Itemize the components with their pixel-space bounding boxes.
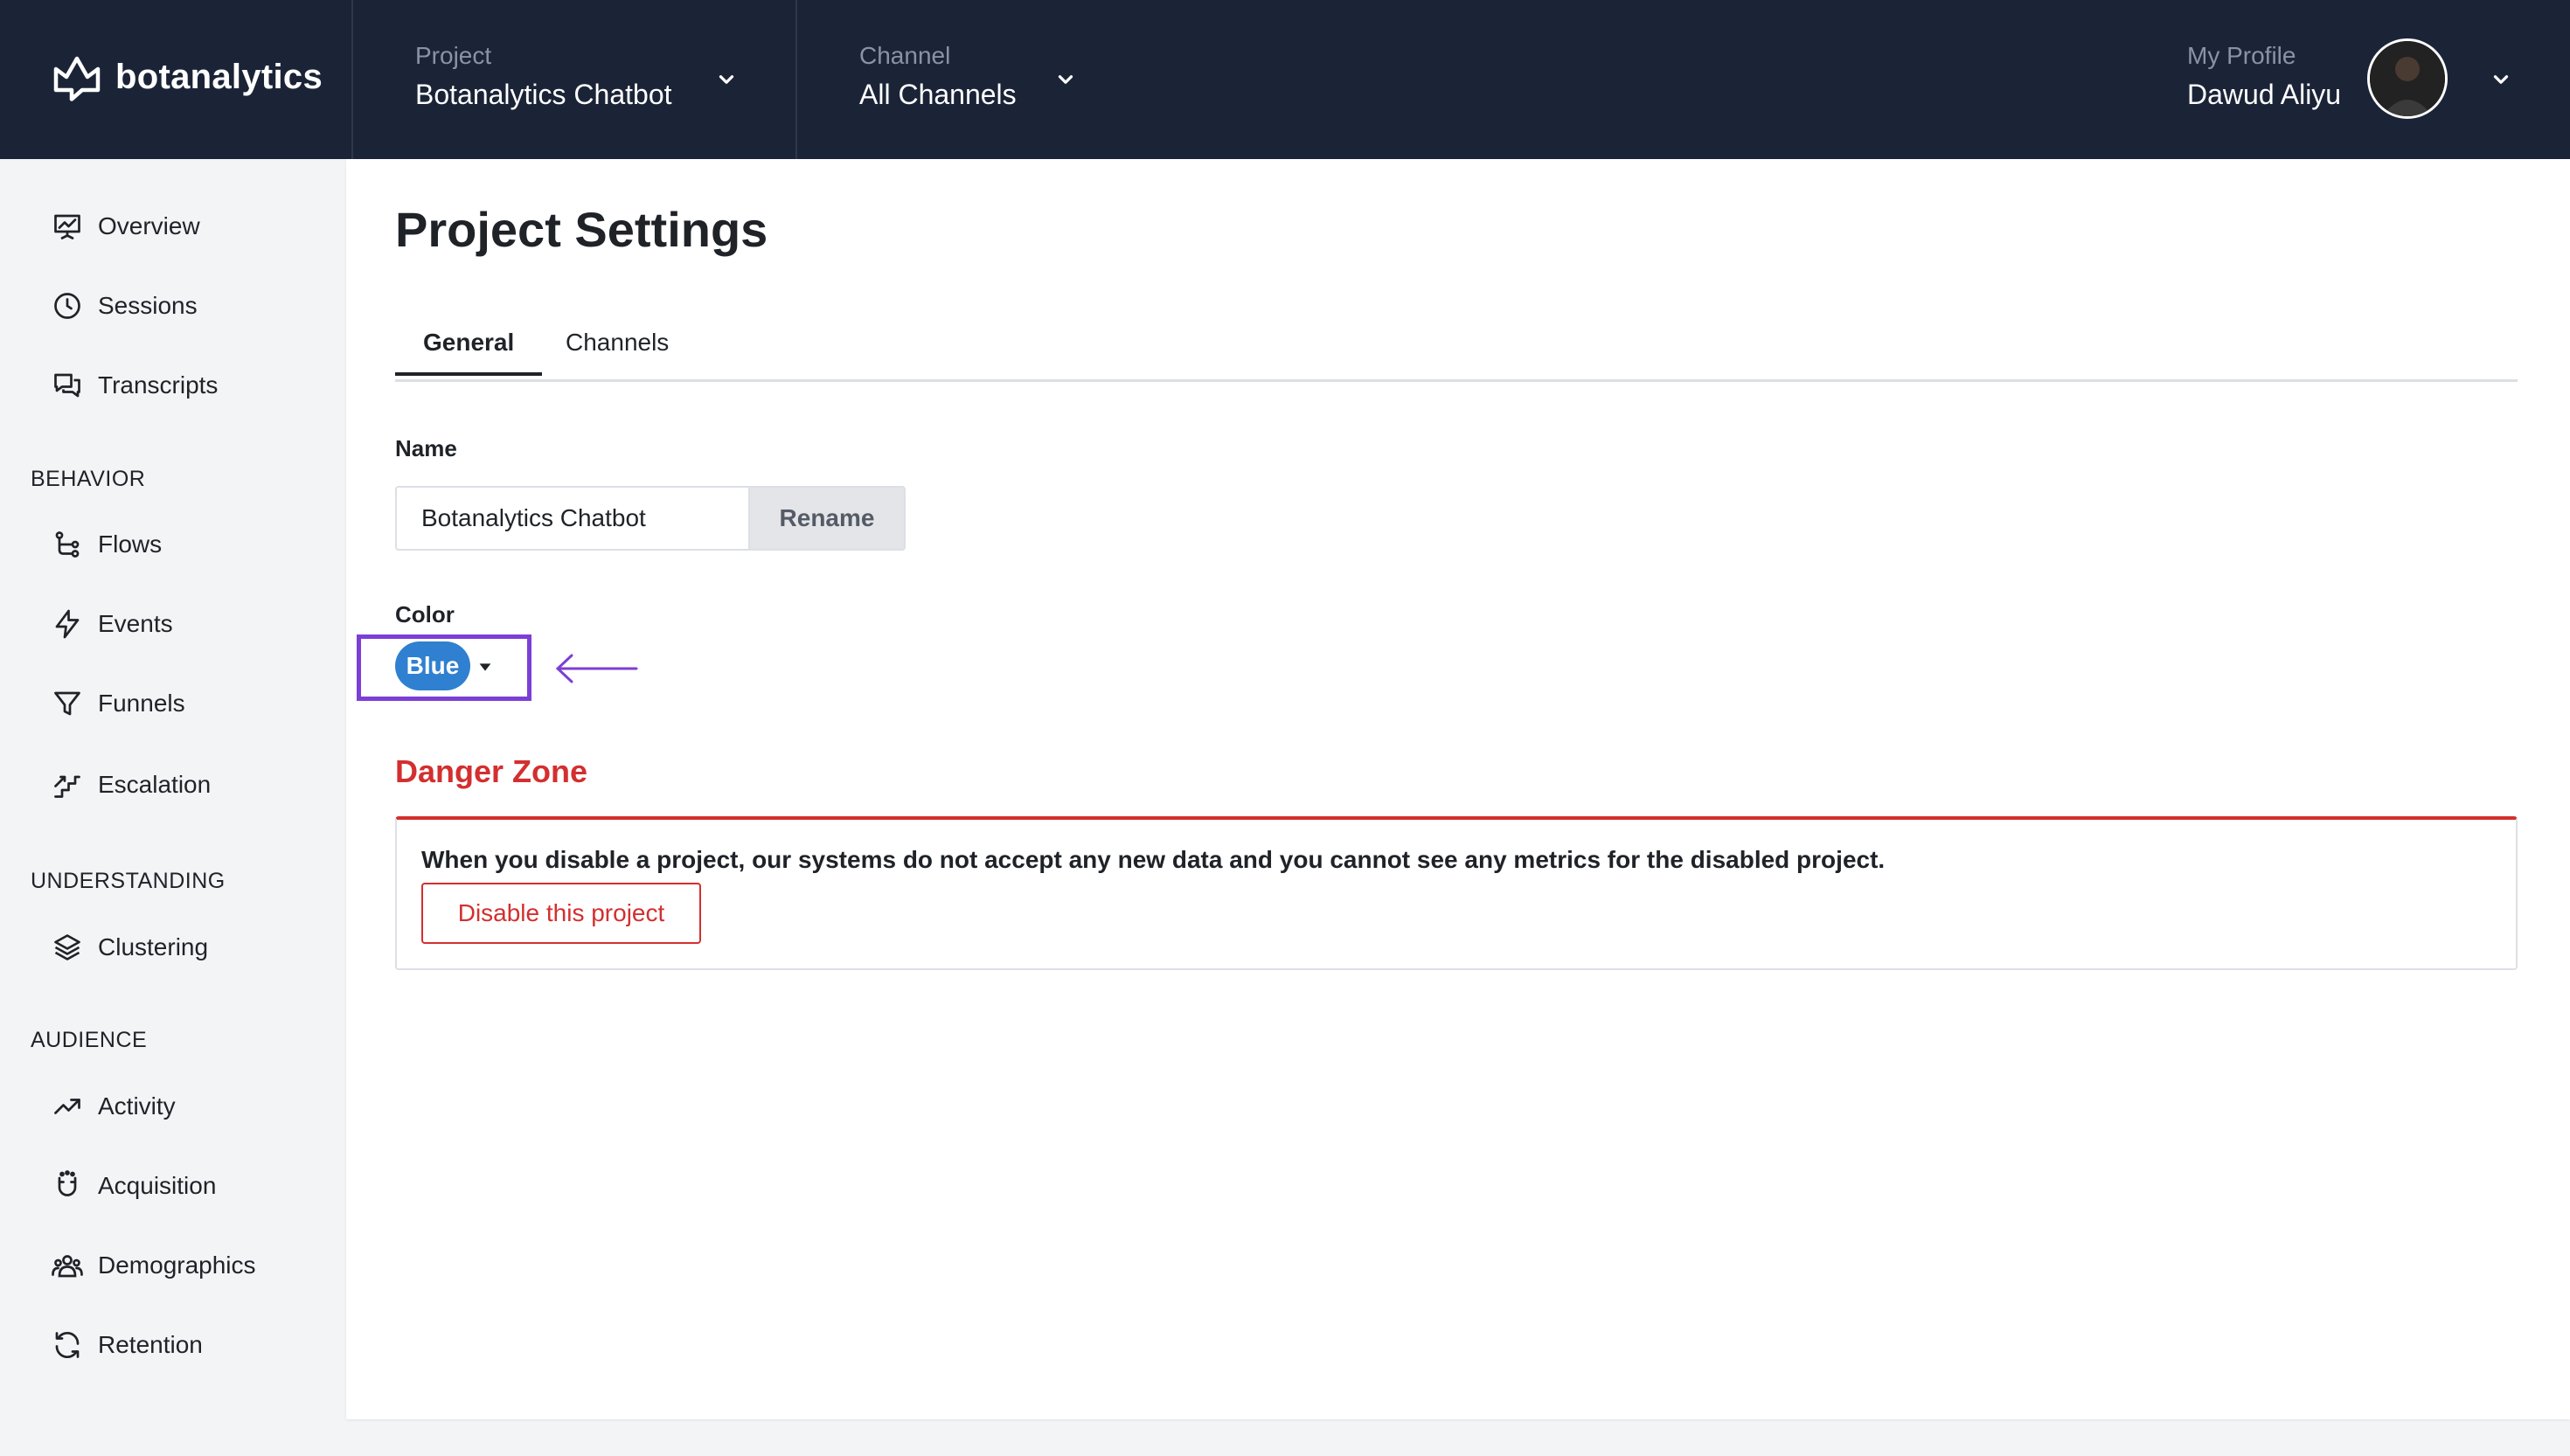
funnel-icon	[51, 687, 84, 720]
sidebar-item-sessions[interactable]: Sessions	[51, 284, 198, 328]
chevron-down-icon	[2493, 75, 2509, 84]
sidebar-item-funnels[interactable]: Funnels	[51, 682, 185, 725]
magnet-icon	[51, 1169, 84, 1203]
sidebar-item-label: Demographics	[98, 1251, 256, 1279]
profile-label: My Profile	[2187, 42, 2296, 69]
sidebar-item-label: Funnels	[98, 690, 185, 717]
danger-zone-title: Danger Zone	[395, 753, 588, 789]
chevron-down-icon	[1058, 75, 1073, 84]
sidebar-item-transcripts[interactable]: Transcripts	[51, 364, 218, 407]
tab-general[interactable]: General	[395, 327, 543, 376]
profile-name: Dawud Aliyu	[2187, 79, 2342, 110]
sidebar-item-label: Clustering	[98, 933, 209, 960]
channel-label: Channel	[859, 42, 951, 69]
sidebar-item-retention[interactable]: Retention	[51, 1323, 203, 1367]
botanalytics-logo-icon	[53, 56, 101, 101]
logo[interactable]: botanalytics	[51, 51, 323, 103]
page-title: Project Settings	[395, 202, 768, 257]
section-header-audience: AUDIENCE	[31, 1028, 148, 1052]
sidebar-item-demographics[interactable]: Demographics	[51, 1244, 256, 1287]
project-label: Project	[415, 42, 492, 69]
logo-text: botanalytics	[115, 57, 323, 96]
flow-icon	[51, 528, 84, 561]
sidebar-item-label: Events	[98, 610, 173, 637]
lightning-icon	[51, 607, 84, 641]
section-header-behavior: BEHAVIOR	[31, 467, 146, 491]
sidebar-item-escalation[interactable]: Escalation	[51, 763, 211, 807]
sidebar-item-label: Flows	[98, 530, 163, 558]
caret-down-icon[interactable]	[476, 657, 495, 676]
sidebar-item-clustering[interactable]: Clustering	[51, 926, 208, 969]
disable-project-button[interactable]: Disable this project	[421, 883, 701, 944]
sidebar-item-label: Activity	[98, 1092, 176, 1120]
layers-icon	[51, 931, 84, 964]
sidebar-item-label: Retention	[98, 1331, 203, 1358]
rename-button[interactable]: Rename	[748, 486, 906, 551]
tab-channels[interactable]: Channels	[538, 327, 697, 376]
sidebar-item-activity[interactable]: Activity	[51, 1085, 176, 1128]
color-selector[interactable]: Blue	[395, 641, 470, 690]
project-name-input[interactable]: Botanalytics Chatbot	[395, 486, 748, 551]
trending-up-icon	[51, 1090, 84, 1123]
header-divider	[351, 0, 353, 159]
chat-bubbles-icon	[51, 369, 84, 402]
chevron-down-icon	[719, 75, 734, 84]
avatar[interactable]	[2367, 38, 2448, 119]
main-panel: Project Settings General Channels Name B…	[346, 159, 2570, 1419]
danger-zone-panel: When you disable a project, our systems …	[395, 816, 2518, 970]
sidebar-item-label: Escalation	[98, 771, 212, 798]
sidebar-item-flows[interactable]: Flows	[51, 523, 162, 566]
channel-value: All Channels	[859, 79, 1017, 110]
danger-zone-text: When you disable a project, our systems …	[421, 846, 1886, 873]
clock-icon	[51, 289, 84, 322]
sidebar-item-label: Acquisition	[98, 1172, 217, 1199]
presentation-chart-icon	[51, 210, 84, 243]
sidebar-item-label: Sessions	[98, 292, 198, 319]
name-label: Name	[395, 435, 457, 461]
sidebar: Overview Sessions Transcripts BEHAVIOR F…	[0, 159, 346, 1456]
top-bar: botanalytics Project Botanalytics Chatbo…	[0, 0, 2570, 159]
sidebar-item-events[interactable]: Events	[51, 602, 173, 646]
sidebar-item-overview[interactable]: Overview	[51, 205, 200, 248]
sidebar-item-label: Overview	[98, 212, 200, 239]
avatar-image	[2370, 41, 2445, 116]
escalation-stairs-icon	[51, 768, 84, 801]
tabs-divider	[395, 379, 2518, 382]
project-value: Botanalytics Chatbot	[415, 79, 672, 110]
section-header-understanding: UNDERSTANDING	[31, 869, 226, 893]
sidebar-item-label: Transcripts	[98, 371, 219, 399]
sidebar-item-acquisition[interactable]: Acquisition	[51, 1164, 216, 1208]
header-divider	[795, 0, 797, 159]
users-icon	[51, 1249, 84, 1282]
arrow-left-icon	[555, 654, 638, 683]
color-label: Color	[395, 601, 455, 627]
refresh-icon	[51, 1328, 84, 1362]
